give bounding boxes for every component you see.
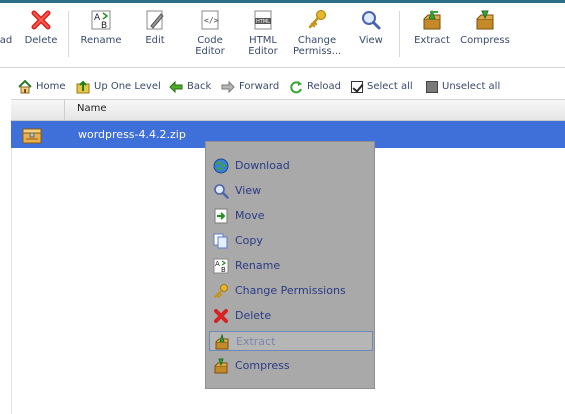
file-name[interactable]: wordpress-4.4.2.zip: [78, 128, 186, 141]
svg-text:B: B: [221, 266, 226, 274]
menu-item-label: Download: [235, 159, 290, 172]
svg-text:A: A: [215, 260, 220, 268]
reload-button[interactable]: Reload: [289, 79, 341, 95]
menu-item-copy[interactable]: Copy: [209, 231, 373, 251]
rename-ab-icon: AB: [90, 9, 112, 31]
magnifier-icon: [213, 183, 229, 199]
menu-item-label: Compress: [235, 359, 290, 372]
toolbar-separator: [399, 11, 400, 57]
zip-archive-icon: [22, 126, 42, 144]
edit-button[interactable]: Edit: [138, 9, 172, 46]
unselect-all-checkbox-icon: [426, 81, 438, 93]
menu-item-label: Rename: [235, 259, 281, 272]
menu-item-compress[interactable]: Compress: [209, 356, 373, 376]
compress-box-icon: [213, 358, 229, 374]
change-permissions-label: Change Permiss...: [293, 35, 342, 57]
menu-item-label: Move: [235, 209, 265, 222]
svg-text:HTML: HTML: [256, 19, 270, 25]
globe-download-icon: [213, 158, 229, 174]
icon-column-header[interactable]: [11, 100, 65, 120]
menu-item-delete[interactable]: Delete: [209, 306, 373, 326]
upload-icon: [0, 9, 20, 31]
up-one-level-button[interactable]: Up One Level: [76, 79, 161, 95]
back-arrow-icon: [169, 80, 183, 94]
reload-icon: [290, 81, 302, 94]
reload-label: Reload: [307, 81, 342, 92]
extract-button[interactable]: Extract: [412, 9, 452, 46]
upload-label: ad: [0, 35, 13, 46]
forward-label: Forward: [239, 81, 280, 92]
menu-item-move[interactable]: Move: [209, 206, 373, 226]
up-one-level-label: Up One Level: [94, 81, 161, 92]
edit-pencil-icon: [144, 9, 166, 31]
key-icon: [306, 9, 328, 31]
view-button[interactable]: View: [356, 9, 386, 46]
extract-label: Extract: [414, 35, 450, 46]
menu-item-extract[interactable]: Extract: [209, 331, 373, 351]
menu-item-view[interactable]: View: [209, 181, 373, 201]
delete-button[interactable]: Delete: [22, 9, 60, 46]
compress-box-icon: [474, 9, 496, 31]
move-arrow-icon: [213, 208, 229, 224]
extract-box-icon: [421, 9, 443, 31]
navigation-bar: Home Up One Level Back Forward Reload Se…: [0, 77, 565, 97]
upload-button[interactable]: ad: [0, 9, 14, 46]
menu-item-label: Change Permissions: [235, 284, 346, 297]
code-editor-label: Code Editor: [195, 35, 225, 57]
rename-button[interactable]: AB Rename: [78, 9, 124, 46]
magnifier-icon: [360, 9, 382, 31]
code-editor-icon: </>: [199, 9, 221, 31]
rename-ab-icon: AB: [213, 258, 229, 274]
select-all-label: Select all: [367, 81, 413, 92]
context-menu: Download View Move Copy AB Rename Change…: [205, 141, 375, 389]
file-table-header: Name: [11, 99, 565, 121]
forward-button[interactable]: Forward: [221, 79, 279, 95]
compress-label: Compress: [460, 35, 510, 46]
menu-item-rename[interactable]: AB Rename: [209, 256, 373, 276]
toolbar: ad Delete AB Rename Edit </> Code Editor…: [0, 3, 565, 68]
code-editor-button[interactable]: </> Code Editor: [190, 9, 230, 57]
home-button[interactable]: Home: [18, 79, 66, 95]
view-label: View: [359, 35, 383, 46]
name-column-header[interactable]: Name: [77, 103, 107, 114]
edit-label: Edit: [145, 35, 165, 46]
menu-item-label: Delete: [235, 309, 272, 322]
key-icon: [213, 283, 229, 299]
menu-item-label: Copy: [235, 234, 263, 247]
table-left-border: [11, 148, 12, 414]
svg-text:B: B: [101, 21, 107, 31]
unselect-all-button[interactable]: Unselect all: [426, 79, 500, 95]
menu-item-download[interactable]: Download: [209, 156, 373, 176]
html-editor-button[interactable]: HTML HTML Editor: [243, 9, 283, 57]
forward-arrow-icon: [221, 80, 235, 94]
select-all-checkbox-icon: [351, 81, 363, 93]
select-all-button[interactable]: Select all: [351, 79, 413, 95]
menu-item-label: Extract: [236, 335, 276, 348]
home-label: Home: [36, 81, 66, 92]
back-label: Back: [187, 81, 212, 92]
menu-item-change-permissions[interactable]: Change Permissions: [209, 281, 373, 301]
delete-label: Delete: [24, 35, 58, 46]
html-editor-icon: HTML: [252, 9, 274, 31]
delete-x-icon: [30, 9, 52, 31]
html-editor-label: HTML Editor: [248, 35, 278, 57]
toolbar-separator: [68, 11, 69, 57]
delete-x-icon: [213, 308, 229, 324]
home-icon: [18, 80, 32, 94]
change-permissions-button[interactable]: Change Permiss...: [293, 9, 341, 57]
svg-text:A: A: [94, 13, 101, 23]
svg-text:</>: </>: [204, 16, 219, 25]
back-button[interactable]: Back: [169, 79, 211, 95]
extract-box-icon: [214, 333, 230, 350]
rename-label: Rename: [80, 35, 122, 46]
menu-item-label: View: [235, 184, 262, 197]
up-folder-icon: [76, 80, 90, 94]
copy-pages-icon: [213, 233, 229, 249]
unselect-all-label: Unselect all: [442, 81, 501, 92]
compress-button[interactable]: Compress: [459, 9, 511, 46]
